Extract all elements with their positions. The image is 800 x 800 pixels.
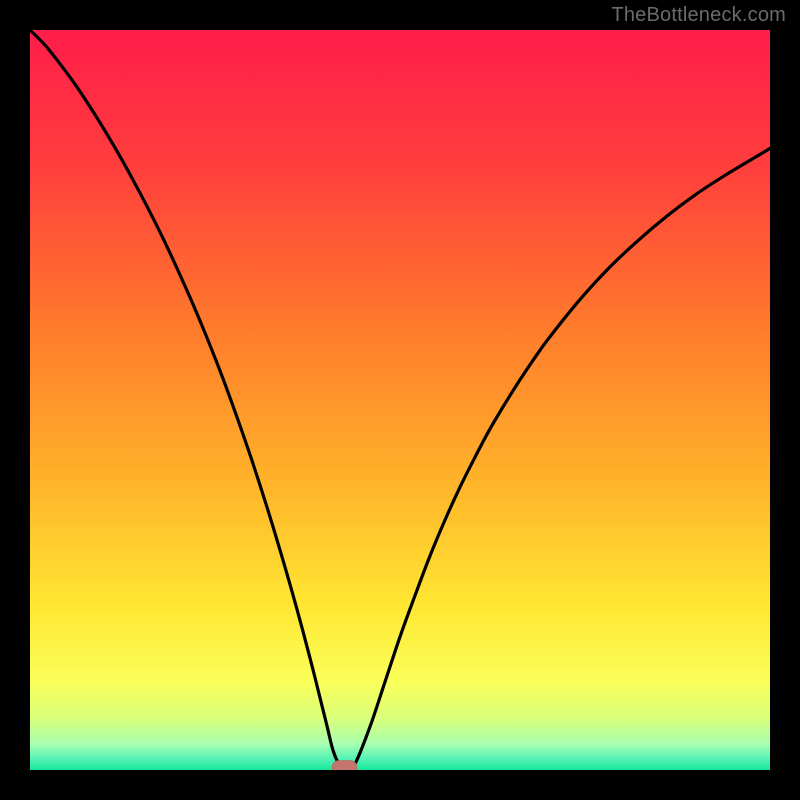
watermark-text: TheBottleneck.com <box>611 4 786 27</box>
chart-frame: TheBottleneck.com <box>0 0 800 800</box>
plot-area <box>30 30 770 770</box>
chart-svg <box>0 0 800 800</box>
